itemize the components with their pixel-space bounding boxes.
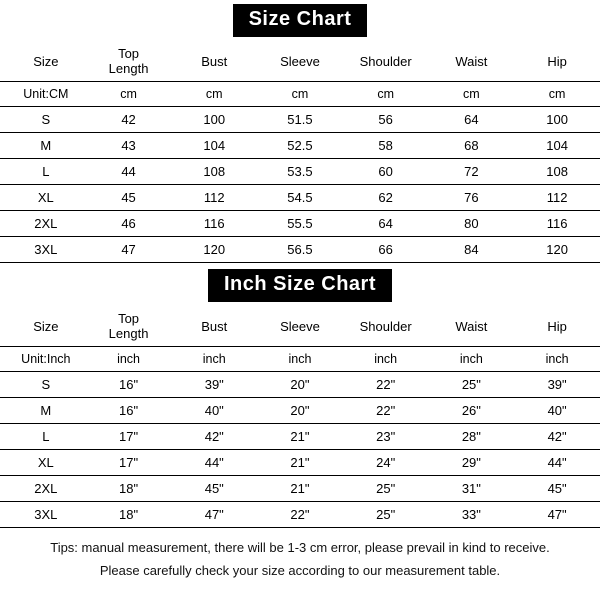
unit-cell: cm	[429, 82, 515, 107]
col-waist: Waist	[429, 41, 515, 82]
table-row: M16"40"20"22"26"40"	[0, 398, 600, 424]
unit-cell: inch	[514, 347, 600, 372]
table-row: 3XL4712056.56684120	[0, 237, 600, 263]
tips-line-2: Please carefully check your size accordi…	[0, 559, 600, 582]
col-waist: Waist	[429, 306, 515, 347]
inch-unit-row: Unit:Inch inch inch inch inch inch inch	[0, 347, 600, 372]
table-row: 3XL18"47"22"25"33"47"	[0, 502, 600, 528]
tips-block: Tips: manual measurement, there will be …	[0, 536, 600, 583]
page-container: Size Chart Size TopLength Bust Sleeve Sh…	[0, 0, 600, 600]
unit-label: Unit:Inch	[0, 347, 86, 372]
table-row: L4410853.56072108	[0, 159, 600, 185]
unit-cell: cm	[343, 82, 429, 107]
col-shoulder: Shoulder	[343, 306, 429, 347]
cm-table: Size TopLength Bust Sleeve Shoulder Wais…	[0, 41, 600, 263]
col-top-length: TopLength	[86, 306, 172, 347]
unit-label: Unit:CM	[0, 82, 86, 107]
cm-header-row: Size TopLength Bust Sleeve Shoulder Wais…	[0, 41, 600, 82]
table-row: 2XL4611655.56480116	[0, 211, 600, 237]
inch-header-row: Size TopLength Bust Sleeve Shoulder Wais…	[0, 306, 600, 347]
unit-cell: inch	[86, 347, 172, 372]
inch-title: Inch Size Chart	[208, 269, 392, 302]
unit-cell: inch	[343, 347, 429, 372]
unit-cell: cm	[514, 82, 600, 107]
unit-cell: cm	[86, 82, 172, 107]
table-row: 2XL18"45"21"25"31"45"	[0, 476, 600, 502]
table-row: M4310452.55868104	[0, 133, 600, 159]
col-sleeve: Sleeve	[257, 306, 343, 347]
col-bust: Bust	[171, 41, 257, 82]
col-top-length: TopLength	[86, 41, 172, 82]
unit-cell: inch	[171, 347, 257, 372]
cm-unit-row: Unit:CM cm cm cm cm cm cm	[0, 82, 600, 107]
unit-cell: inch	[257, 347, 343, 372]
unit-cell: inch	[429, 347, 515, 372]
table-row: L17"42"21"23"28"42"	[0, 424, 600, 450]
table-row: XL4511254.56276112	[0, 185, 600, 211]
table-row: S4210051.55664100	[0, 107, 600, 133]
inch-table: Size TopLength Bust Sleeve Shoulder Wais…	[0, 306, 600, 528]
col-hip: Hip	[514, 306, 600, 347]
table-row: S16"39"20"22"25"39"	[0, 372, 600, 398]
col-sleeve: Sleeve	[257, 41, 343, 82]
unit-cell: cm	[171, 82, 257, 107]
col-size: Size	[0, 41, 86, 82]
unit-cell: cm	[257, 82, 343, 107]
table-row: XL17"44"21"24"29"44"	[0, 450, 600, 476]
col-size: Size	[0, 306, 86, 347]
col-bust: Bust	[171, 306, 257, 347]
tips-line-1: Tips: manual measurement, there will be …	[0, 536, 600, 559]
cm-title: Size Chart	[233, 4, 368, 37]
col-hip: Hip	[514, 41, 600, 82]
col-shoulder: Shoulder	[343, 41, 429, 82]
